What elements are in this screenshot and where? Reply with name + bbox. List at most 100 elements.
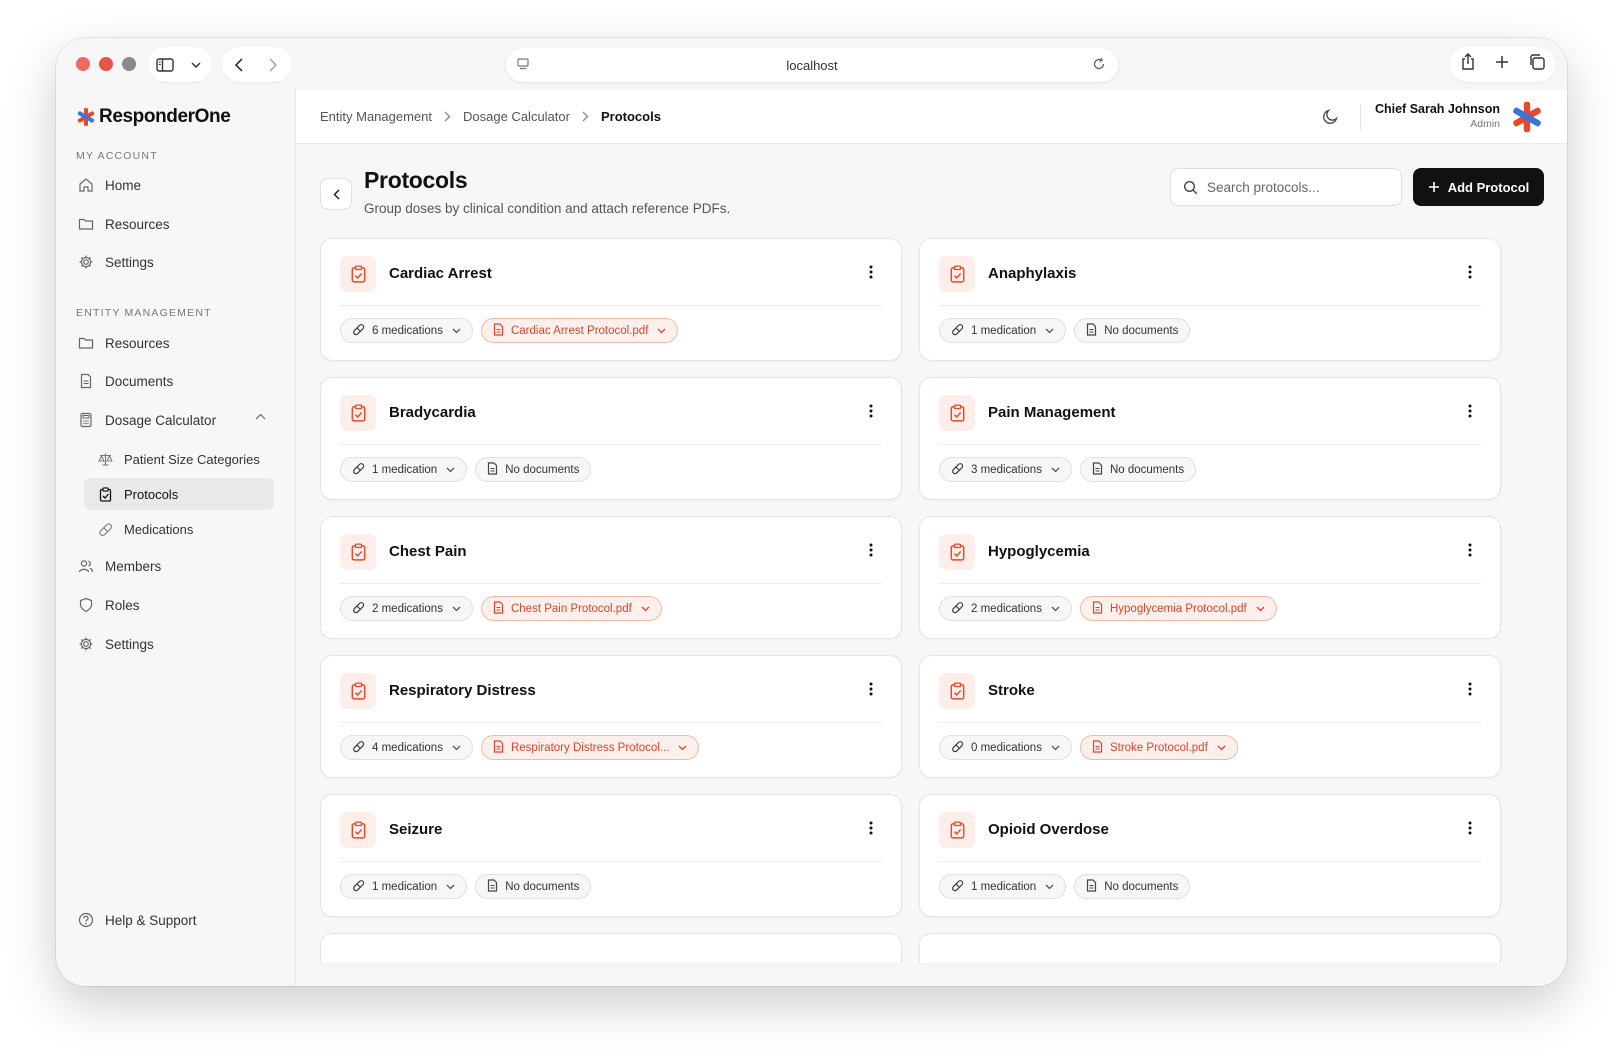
breadcrumb-entity-management[interactable]: Entity Management [320,109,432,124]
protocol-card[interactable]: Cardiac Arrest 6 medications Cardiac Arres… [320,238,902,361]
more-vertical-icon[interactable] [869,265,873,284]
protocol-card-partial[interactable] [919,933,1501,963]
medications-dropdown[interactable]: 1 medication [340,457,468,482]
more-vertical-icon[interactable] [1468,821,1472,840]
protocol-card[interactable]: Hypoglycemia 2 medications Hypoglycemia Pr… [919,516,1501,639]
document-dropdown[interactable]: Stroke Protocol.pdf [1079,735,1238,760]
protocol-card[interactable]: Chest Pain 2 medications Chest Pain Protoc… [320,516,902,639]
forward-arrow-icon[interactable] [256,47,290,82]
sidebar-item-entity-resources[interactable]: Resources [76,327,276,359]
protocol-card[interactable]: Opioid Overdose 1 medication No documents [919,794,1501,917]
chevron-down-icon [452,603,461,615]
more-vertical-icon[interactable] [1468,404,1472,423]
minimize-window-button[interactable] [99,57,113,71]
protocol-card[interactable]: Respiratory Distress 4 medications Respira… [320,655,902,778]
card-divider [340,861,882,862]
more-vertical-icon[interactable] [869,682,873,701]
sidebar-item-roles[interactable]: Roles [76,589,276,621]
pill-icon [99,522,112,536]
medications-dropdown[interactable]: 1 medication [340,874,468,899]
no-documents-badge: No documents [475,457,592,482]
add-protocol-button[interactable]: Add Protocol [1413,168,1544,206]
zoom-window-button[interactable] [122,57,136,71]
more-vertical-icon[interactable] [1468,265,1472,284]
protocol-card[interactable]: Anaphylaxis 1 medication No documents [919,238,1501,361]
chevron-down-icon [1256,603,1265,615]
medications-dropdown[interactable]: 3 medications [939,457,1072,482]
sidebar-item-help[interactable]: Help & Support [76,904,276,936]
sidebar-item-resources[interactable]: Resources [76,208,276,240]
page-title: Protocols [364,167,468,193]
chevron-right-icon [444,111,451,122]
medications-dropdown[interactable]: 1 medication [939,874,1067,899]
sidebar-item-dosage-calculator[interactable]: Dosage Calculator [76,404,276,436]
share-icon[interactable] [1460,53,1476,76]
sidebar-toggle-icon[interactable] [148,47,182,82]
plus-icon [1428,182,1439,192]
chevron-down-icon [452,742,461,754]
main-area: Entity Management Dosage Calculator Prot… [296,90,1567,986]
back-button[interactable] [320,178,352,210]
reload-icon[interactable] [1092,57,1106,74]
sidebar-item-protocols[interactable]: Protocols [84,478,274,510]
sidebar-item-settings[interactable]: Settings [76,246,276,278]
document-name: Stroke Protocol.pdf [1109,741,1208,754]
chevron-down-icon [452,325,461,337]
moon-icon[interactable] [1322,108,1339,130]
medications-dropdown[interactable]: 4 medications [340,735,473,760]
sidebar-item-documents[interactable]: Documents [76,365,276,397]
back-arrow-icon[interactable] [222,47,256,82]
home-icon [79,178,93,192]
more-vertical-icon[interactable] [869,404,873,423]
more-vertical-icon[interactable] [869,821,873,840]
protocol-card[interactable]: Seizure 1 medication No documents [320,794,902,917]
protocol-chips: 0 medications Stroke Protocol.pdf [939,735,1238,760]
document-dropdown[interactable]: Chest Pain Protocol.pdf [480,596,662,621]
document-icon [1086,322,1097,339]
document-dropdown[interactable]: Respiratory Distress Protocol... [480,735,700,760]
sidebar-item-members[interactable]: Members [76,550,276,582]
chevron-down-icon[interactable] [182,47,210,82]
pill-icon [951,740,964,756]
document-dropdown[interactable]: Hypoglycemia Protocol.pdf [1079,596,1277,621]
brand-logo[interactable]: ResponderOne [76,106,231,128]
sidebar-item-patient-size-categories[interactable]: Patient Size Categories [96,443,272,475]
new-tab-icon[interactable] [1495,55,1509,74]
search-input[interactable] [1207,179,1387,195]
document-name: Chest Pain Protocol.pdf [510,602,632,615]
protocol-card-partial[interactable] [320,933,902,963]
more-vertical-icon[interactable] [869,543,873,562]
medications-dropdown[interactable]: 1 medication [939,318,1067,343]
protocol-chips: 1 medication No documents [340,457,592,482]
brand-name: ResponderOne [99,106,231,127]
sidebar-item-home[interactable]: Home [76,169,276,201]
sidebar-item-label: Members [105,558,162,574]
protocol-card[interactable]: Pain Management 3 medications No documents [919,377,1501,500]
search-box[interactable] [1170,168,1402,206]
protocol-card[interactable]: Stroke 0 medications Stroke Protocol.pdf [919,655,1501,778]
url-bar[interactable]: localhost [506,48,1118,82]
chevron-up-icon[interactable] [255,413,266,420]
close-window-button[interactable] [76,57,90,71]
medications-dropdown[interactable]: 6 medications [340,318,473,343]
medications-dropdown[interactable]: 0 medications [939,735,1072,760]
sidebar-item-medications[interactable]: Medications [96,513,272,545]
breadcrumb-dosage-calculator[interactable]: Dosage Calculator [463,109,570,124]
more-vertical-icon[interactable] [1468,682,1472,701]
medications-dropdown[interactable]: 2 medications [939,596,1072,621]
browser-toolbar: localhost [56,38,1567,90]
protocol-chips: 2 medications Hypoglycemia Protocol.pdf [939,596,1277,621]
document-dropdown[interactable]: Cardiac Arrest Protocol.pdf [480,318,679,343]
avatar[interactable] [1511,101,1543,138]
sidebar-item-entity-settings[interactable]: Settings [76,628,276,660]
sidebar-item-label: Patient Size Categories [124,451,260,467]
card-divider [939,861,1481,862]
medication-count: 1 medication [971,880,1037,893]
user-info[interactable]: Chief Sarah Johnson Admin [1375,102,1500,130]
tabs-overview-icon[interactable] [1528,53,1546,76]
document-icon [1092,461,1103,478]
no-documents-badge: No documents [475,874,592,899]
more-vertical-icon[interactable] [1468,543,1472,562]
medications-dropdown[interactable]: 2 medications [340,596,473,621]
protocol-card[interactable]: Bradycardia 1 medication No documents [320,377,902,500]
